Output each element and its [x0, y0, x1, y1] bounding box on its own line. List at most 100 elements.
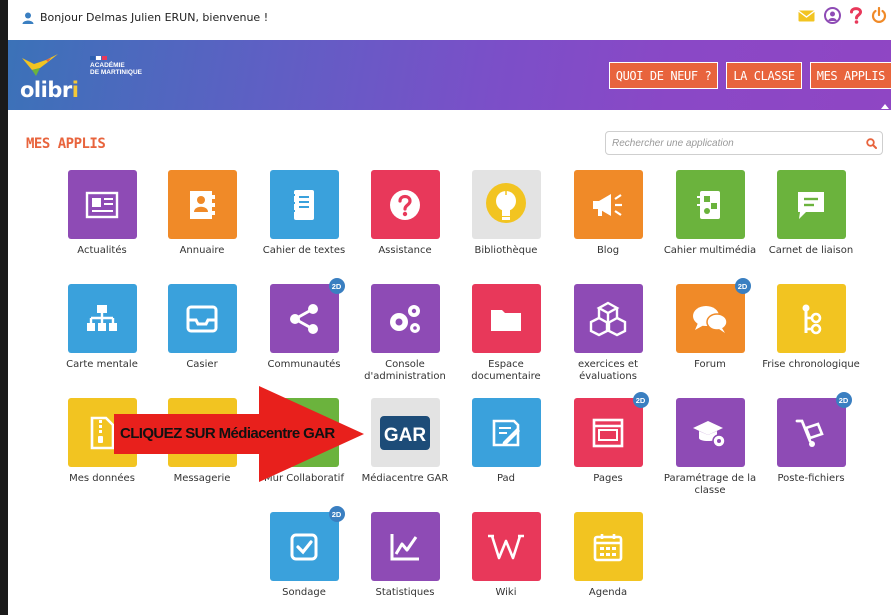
- olibri-logo[interactable]: olibri ACADÉMIE DE MARTINIQUE: [18, 48, 158, 106]
- app-icon-tile: 2D: [675, 278, 751, 353]
- user-bar: Bonjour Delmas Julien ERUN, bienvenue !: [8, 0, 891, 40]
- header-banner: olibri ACADÉMIE DE MARTINIQUE QUOI DE NE…: [8, 40, 891, 110]
- app-label: Blog: [596, 245, 620, 256]
- app-label: Actualités: [77, 245, 127, 256]
- app-actualites[interactable]: Actualités: [51, 170, 153, 257]
- help-icon[interactable]: [850, 7, 862, 24]
- app-blog[interactable]: Blog: [557, 170, 659, 257]
- gar-logo-text: GAR: [384, 425, 427, 446]
- app-wiki[interactable]: Wiki: [455, 512, 557, 599]
- power-icon[interactable]: [871, 7, 887, 24]
- app-statistiques[interactable]: Statistiques: [354, 512, 456, 599]
- 2d-badge: 2D: [734, 278, 751, 294]
- multimedia-notebook-icon: [697, 190, 720, 219]
- app-cahier-de-textes[interactable]: Cahier de textes: [253, 170, 355, 257]
- app-icon-tile: GAR: [370, 398, 440, 467]
- app-icon-tile: [776, 170, 846, 239]
- app-label: Médiacentre GAR: [361, 473, 449, 484]
- search-icon[interactable]: [866, 138, 877, 149]
- app-label: Messagerie: [173, 473, 231, 484]
- app-mediacentre-gar[interactable]: GAR Médiacentre GAR: [354, 398, 456, 485]
- nav-quoi-de-neuf[interactable]: QUOI DE NEUF ?: [608, 62, 719, 89]
- app-icon-tile: [573, 512, 643, 581]
- wikipedia-icon: [488, 534, 524, 559]
- 2d-badge: 2D: [328, 278, 345, 294]
- app-pad[interactable]: Pad: [455, 398, 557, 485]
- app-parametrage-classe[interactable]: Paramétrage de la classe: [659, 398, 761, 497]
- app-icon-tile: [675, 398, 745, 467]
- app-frise-chronologique[interactable]: Frise chronologique: [760, 284, 862, 371]
- mail-icon[interactable]: [798, 9, 815, 23]
- app-bibliotheque[interactable]: Bibliothèque: [455, 170, 557, 257]
- nav-la-classe[interactable]: LA CLASSE: [726, 62, 802, 89]
- gears-icon: [390, 304, 420, 333]
- lightbulb-icon: [486, 182, 526, 223]
- greeting: Bonjour Delmas Julien ERUN, bienvenue !: [22, 11, 268, 24]
- hand-truck-icon: [795, 419, 824, 447]
- app-communautes[interactable]: 2D Communautés: [253, 278, 355, 371]
- app-assistance[interactable]: Assistance: [354, 170, 456, 257]
- calendar-icon: [593, 533, 623, 561]
- app-label: Forum: [694, 359, 726, 370]
- app-label: Bibliothèque: [474, 245, 538, 256]
- 2d-badge: 2D: [835, 392, 852, 408]
- app-label: Communautés: [267, 359, 341, 370]
- search-input[interactable]: [612, 134, 852, 152]
- app-espace-documentaire[interactable]: Espace documentaire: [455, 284, 557, 383]
- app-icon-tile: 2D: [269, 278, 345, 353]
- app-forum[interactable]: 2D Forum: [659, 278, 761, 371]
- page-title: MES APPLIS: [26, 136, 106, 152]
- app-label: Cahier de textes: [262, 245, 346, 256]
- collapse-arrow-icon[interactable]: [881, 104, 889, 109]
- app-label: Assistance: [378, 245, 432, 256]
- app-poste-fichiers[interactable]: 2D Poste-fichiers: [760, 392, 862, 485]
- app-icon-tile: [370, 284, 440, 353]
- app-label: Mes données: [69, 473, 135, 484]
- window-left-edge: [0, 0, 8, 615]
- app-label: Sondage: [282, 587, 326, 598]
- app-console-administration[interactable]: Console d'administration: [354, 284, 456, 383]
- app-casier[interactable]: Casier: [151, 284, 253, 371]
- app-icon-tile: [776, 284, 846, 353]
- app-label: Wiki: [495, 587, 517, 598]
- app-icon-tile: [167, 170, 237, 239]
- folder-icon: [491, 309, 521, 331]
- app-carnet-de-liaison[interactable]: Carnet de liaison: [760, 170, 862, 257]
- app-icon-tile: [573, 170, 643, 239]
- app-icon-tile: [675, 170, 745, 239]
- app-annuaire[interactable]: Annuaire: [151, 170, 253, 257]
- megaphone-icon: [593, 193, 622, 216]
- app-label: Pages: [593, 473, 623, 484]
- app-agenda[interactable]: Agenda: [557, 512, 659, 599]
- line-chart-icon: [390, 533, 419, 560]
- app-carte-mentale[interactable]: Carte mentale: [51, 284, 153, 371]
- notebook-icon: [291, 189, 314, 220]
- app-label: Cahier multimédia: [663, 245, 757, 256]
- org-chart-icon: [87, 304, 117, 331]
- nav-mes-applis[interactable]: MES APPLIS: [809, 62, 891, 89]
- app-icon-tile: [269, 170, 339, 239]
- pages-icon: [592, 418, 624, 447]
- app-pages[interactable]: 2D Pages: [557, 392, 659, 485]
- gar-logo-icon: GAR: [380, 415, 430, 450]
- app-icon-tile: [370, 512, 440, 581]
- french-flag-icon: [90, 56, 142, 60]
- user-icon: [22, 12, 34, 24]
- question-icon: [390, 189, 420, 220]
- top-icons: [798, 7, 887, 24]
- app-cahier-multimedia[interactable]: Cahier multimédia: [659, 170, 761, 257]
- app-label: Mur Collaboratif: [264, 473, 344, 484]
- app-icon-tile: [67, 284, 137, 353]
- academie-label: ACADÉMIE DE MARTINIQUE: [90, 56, 142, 76]
- app-label: Console d'administration: [364, 359, 446, 382]
- account-icon[interactable]: [824, 7, 841, 24]
- app-icon-tile: [167, 284, 237, 353]
- inbox-tray-icon: [186, 305, 218, 332]
- cubes-icon: [589, 301, 627, 336]
- app-icon-tile: [370, 170, 440, 239]
- app-icon-tile: [471, 398, 541, 467]
- app-exercices-evaluations[interactable]: exercices et évaluations: [557, 284, 659, 383]
- app-label: Annuaire: [179, 245, 225, 256]
- app-sondage[interactable]: 2D Sondage: [253, 506, 355, 599]
- app-label: Espace documentaire: [471, 359, 541, 382]
